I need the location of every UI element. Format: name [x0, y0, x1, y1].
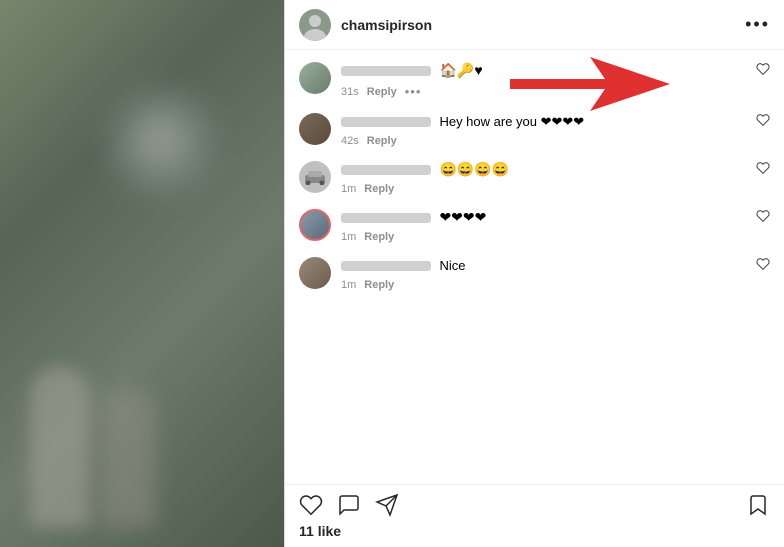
more-options-button[interactable]: •••: [745, 14, 770, 35]
comment-like-button[interactable]: [756, 113, 770, 132]
comment-like-button[interactable]: [756, 257, 770, 276]
post-header: chamsipirson •••: [285, 0, 784, 50]
avatar: [299, 161, 331, 193]
reply-button[interactable]: Reply: [367, 135, 397, 147]
likes-count: 11 like: [285, 521, 784, 547]
blur-overlay: [0, 0, 284, 547]
share-button[interactable]: [375, 493, 399, 517]
avatar: [299, 113, 331, 145]
comment-content: 🏠🔑♥ 31s Reply •••: [341, 62, 756, 99]
comment-item: ❤❤❤❤ 1m Reply: [299, 209, 770, 243]
comment-meta: 42s Reply: [341, 135, 756, 147]
like-button[interactable]: [299, 493, 323, 517]
comment-text: 😄😄😄😄: [439, 161, 509, 177]
comment-more-button[interactable]: •••: [405, 84, 422, 99]
reply-button[interactable]: Reply: [364, 183, 394, 195]
avatar: [299, 257, 331, 289]
comment-content: Nice 1m Reply: [341, 257, 756, 291]
comment-time: 1m: [341, 183, 356, 195]
comment-username: [341, 213, 431, 223]
instagram-comments-panel: chamsipirson ••• 🏠🔑♥ 31s Reply •••: [284, 0, 784, 547]
comment-username: [341, 165, 431, 175]
comment-username: [341, 66, 431, 76]
comment-meta: 31s Reply •••: [341, 84, 756, 99]
comment-meta: 1m Reply: [341, 279, 756, 291]
comment-button[interactable]: [337, 493, 361, 517]
comment-content: ❤❤❤❤ 1m Reply: [341, 209, 756, 243]
comment-username: [341, 117, 431, 127]
comment-text: ❤❤❤❤: [439, 209, 486, 225]
comment-time: 1m: [341, 231, 356, 243]
post-author-username: chamsipirson: [341, 17, 745, 33]
comment-time: 31s: [341, 86, 359, 98]
comment-text: Nice: [439, 258, 465, 273]
bookmark-button[interactable]: [746, 493, 770, 517]
comment-like-button[interactable]: [756, 62, 770, 81]
reply-button[interactable]: Reply: [367, 86, 397, 98]
comment-item: Hey how are you ❤❤❤❤ 42s Reply: [299, 113, 770, 147]
avatar: [299, 62, 331, 94]
comment-like-button[interactable]: [756, 161, 770, 180]
comment-time: 42s: [341, 135, 359, 147]
comment-like-button[interactable]: [756, 209, 770, 228]
comment-item: Nice 1m Reply: [299, 257, 770, 291]
reply-button[interactable]: Reply: [364, 231, 394, 243]
comments-area: 🏠🔑♥ 31s Reply •••: [285, 50, 784, 484]
comment-item: 😄😄😄😄 1m Reply: [299, 161, 770, 195]
comment-item: 🏠🔑♥ 31s Reply •••: [299, 62, 770, 99]
post-author-avatar: [299, 9, 331, 41]
comment-content: 😄😄😄😄 1m Reply: [341, 161, 756, 195]
comment-text: Hey how are you ❤❤❤❤: [439, 114, 584, 129]
avatar: [299, 209, 331, 241]
comment-content: Hey how are you ❤❤❤❤ 42s Reply: [341, 113, 756, 147]
action-icons-row: [299, 493, 770, 517]
action-bar: [285, 484, 784, 521]
comment-time: 1m: [341, 279, 356, 291]
comment-meta: 1m Reply: [341, 183, 756, 195]
comment-meta: 1m Reply: [341, 231, 756, 243]
background-image-panel: [0, 0, 284, 547]
reply-button[interactable]: Reply: [364, 279, 394, 291]
comment-username: [341, 261, 431, 271]
